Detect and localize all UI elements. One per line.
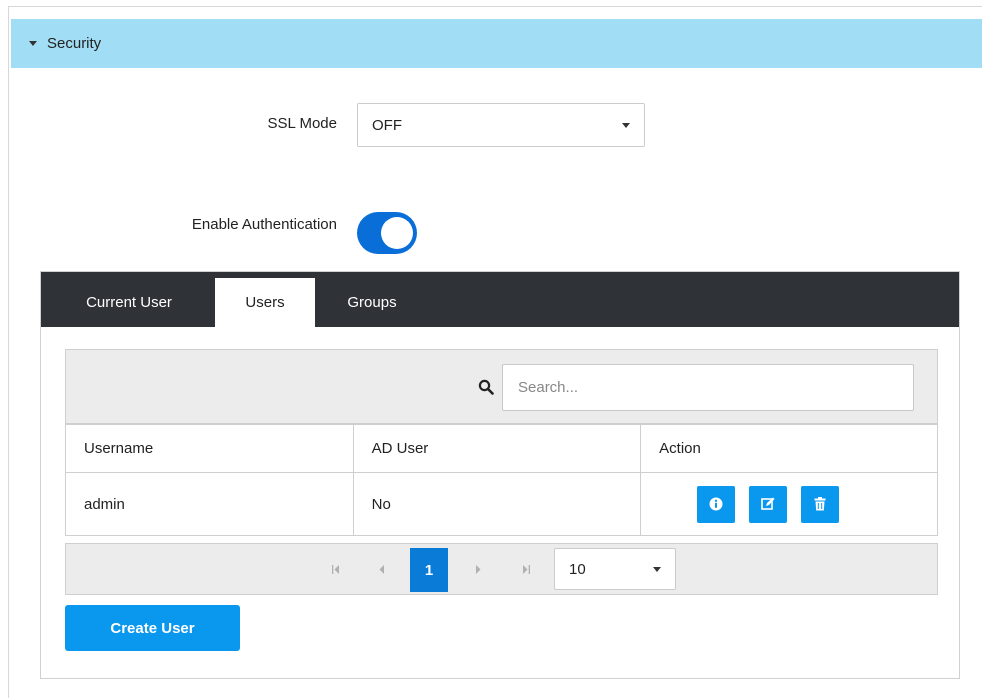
table-row: admin No: [65, 472, 938, 536]
info-icon: [709, 497, 723, 511]
info-button[interactable]: [697, 485, 736, 523]
previous-page-button[interactable]: [372, 544, 392, 594]
next-page-button[interactable]: [468, 544, 488, 594]
enable-authentication-toggle[interactable]: [357, 212, 417, 254]
tab-groups[interactable]: Groups: [322, 278, 422, 327]
edit-icon: [761, 497, 775, 510]
frame-border-top: [8, 6, 982, 7]
user-management-panel: Current User Users Groups Username AD Us…: [40, 271, 960, 679]
create-user-button[interactable]: Create User: [65, 605, 240, 651]
dropdown-arrow-icon: [622, 122, 630, 128]
trash-icon: [814, 497, 826, 511]
users-grid: Username AD User Action admin No: [65, 349, 938, 596]
enable-authentication-label: Enable Authentication: [191, 216, 337, 233]
column-header-ad-user[interactable]: AD User: [352, 424, 642, 473]
page-size-value: 10: [569, 560, 586, 578]
action-cell: [640, 472, 938, 536]
column-header-username[interactable]: Username: [65, 424, 354, 473]
pagination-bar: 1 10: [65, 543, 938, 595]
table-header-row: Username AD User Action: [65, 424, 938, 473]
first-page-icon: [332, 564, 339, 574]
frame-border-left: [8, 6, 9, 698]
dropdown-arrow-icon: [653, 566, 661, 572]
caret-down-icon: [29, 41, 37, 46]
ssl-mode-select[interactable]: OFF: [357, 103, 645, 147]
section-title: Security: [47, 35, 102, 52]
last-page-button[interactable]: [516, 544, 536, 594]
tab-bar: Current User Users Groups: [41, 272, 959, 327]
security-section-header[interactable]: Security: [11, 19, 982, 68]
next-page-icon: [476, 564, 481, 574]
edit-button[interactable]: [749, 485, 788, 523]
last-page-icon: [523, 564, 530, 574]
column-header-action: Action: [640, 424, 938, 473]
page-size-select[interactable]: 10: [554, 548, 676, 590]
ad-user-cell: No: [352, 472, 642, 536]
previous-page-icon: [379, 564, 384, 574]
toggle-knob: [381, 217, 413, 249]
users-table: Username AD User Action admin No: [65, 424, 938, 536]
first-page-button[interactable]: [326, 544, 346, 594]
search-toolbar: [65, 349, 938, 424]
ssl-mode-value: OFF: [372, 116, 402, 134]
tab-current-user[interactable]: Current User: [50, 278, 208, 327]
username-cell: admin: [65, 472, 354, 536]
search-icon: [478, 379, 494, 395]
tab-users[interactable]: Users: [215, 278, 315, 327]
search-input[interactable]: [502, 364, 914, 411]
current-page-button[interactable]: 1: [410, 548, 448, 592]
delete-button[interactable]: [801, 485, 840, 523]
ssl-mode-label: SSL Mode: [267, 115, 338, 132]
